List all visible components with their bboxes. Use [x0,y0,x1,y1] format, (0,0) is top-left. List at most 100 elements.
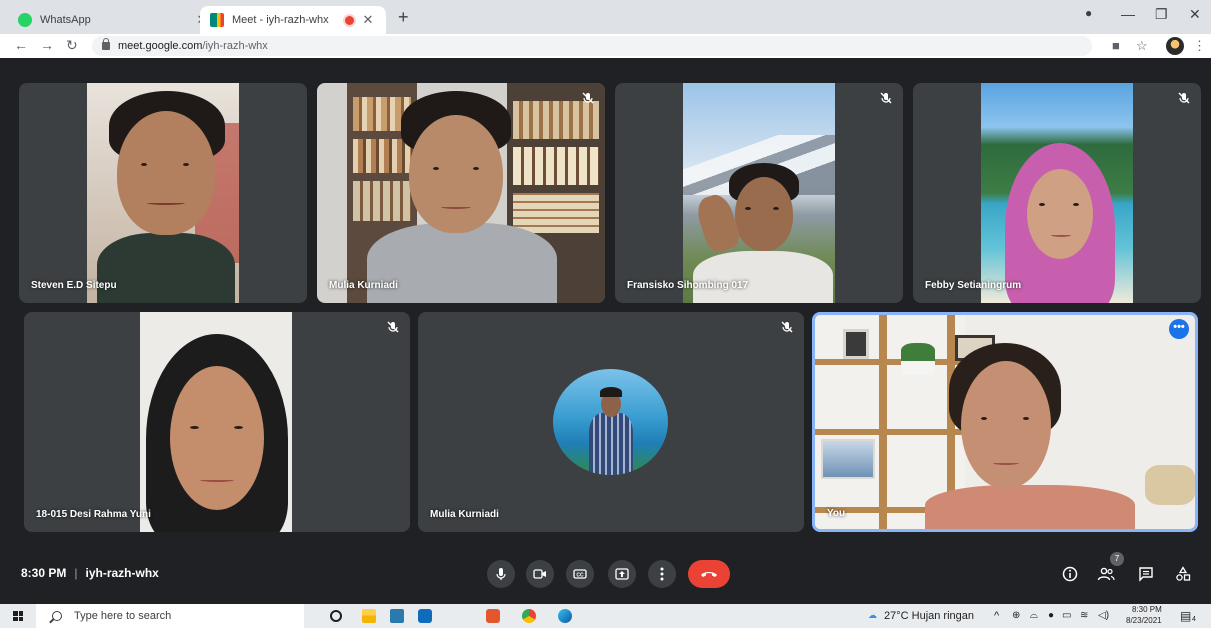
participant-avatar [553,369,668,475]
address-bar[interactable]: meet.google.com/iyh-razh-whx [92,36,1092,56]
browser-tab-strip: WhatsApp ✕ Meet - iyh-razh-whx ✕ + ● — ❐… [0,0,1211,34]
clock-time[interactable]: 8:30 PM [1132,605,1162,614]
tray-app-icon[interactable]: ⊕ [1012,610,1020,621]
info-icon [1062,566,1078,582]
windows-taskbar: Type here to search ☁ 27°C Hujan ringan … [0,604,1211,628]
battery-icon[interactable]: ▭ [1062,610,1071,621]
people-icon [1097,567,1115,581]
participant-tile[interactable]: Steven E.D Sitepu [19,83,307,303]
recording-indicator-icon [345,15,354,25]
captions-icon: CC [573,569,587,579]
new-tab-button[interactable]: + [398,7,409,28]
lock-icon [102,38,110,50]
meeting-code: iyh-razh-whx [85,566,159,580]
forward-arrow-icon[interactable]: → [40,37,54,53]
mic-muted-icon [781,321,793,333]
cloud-icon[interactable]: ⌓ [1030,610,1038,621]
more-options-icon[interactable]: ••• [1169,319,1189,339]
mail-icon[interactable] [418,609,432,623]
meeting-details: 8:30 PM | iyh-razh-whx [21,566,159,580]
profile-avatar[interactable] [1166,37,1184,55]
meeting-details-button[interactable] [1059,563,1081,585]
chrome-icon[interactable] [522,609,536,623]
maximize-button[interactable]: ❐ [1155,6,1168,23]
mic-muted-icon [880,92,892,104]
close-tab-icon[interactable]: ✕ [360,12,376,28]
participant-name: Febby Setianingrum [925,280,1022,291]
volume-icon[interactable]: ◁) [1098,610,1109,621]
browser-menu-icon[interactable]: ⋮ [1193,38,1206,54]
participant-name: 18-015 Desi Rahma Yuni [36,509,151,520]
participant-name: You [827,508,846,519]
present-button[interactable] [608,560,636,588]
participant-name: Fransisko Sihombing 017 [627,280,749,291]
present-icon [615,568,629,580]
windows-start-icon[interactable] [13,611,23,621]
participant-tile[interactable]: Mulia Kurniadi [317,83,605,303]
tab-meet[interactable]: Meet - iyh-razh-whx ✕ [200,6,386,34]
notification-center-icon[interactable]: ▤ [1180,609,1191,623]
end-call-icon [701,572,717,577]
camera-icon [533,569,546,579]
close-window-button[interactable]: ✕ [1189,6,1201,23]
participant-video [140,312,292,532]
participant-tile[interactable]: Febby Setianingrum [913,83,1201,303]
search-placeholder: Type here to search [74,610,172,622]
participant-tile[interactable]: 18-015 Desi Rahma Yuni [24,312,410,532]
self-view-tile[interactable]: ••• You [812,312,1198,532]
bookmark-star-icon[interactable]: ☆ [1136,38,1148,54]
show-hidden-icons-icon[interactable]: ^ [994,610,999,622]
participant-name: Steven E.D Sitepu [31,280,117,291]
more-options-icon [660,567,664,581]
tab-whatsapp[interactable]: WhatsApp ✕ [8,6,220,34]
camera-in-use-icon[interactable]: ■ [1112,38,1120,53]
meeting-time: 8:30 PM [21,566,67,580]
tray-microphone-icon[interactable]: ● [1048,610,1054,621]
participant-tile[interactable]: Mulia Kurniadi [418,312,804,532]
camera-button[interactable] [526,560,554,588]
end-call-button[interactable] [688,560,730,588]
url-host: meet.google.com [118,40,203,52]
learning-app-icon[interactable] [390,609,404,623]
separator: | [74,566,78,580]
minimize-button[interactable]: — [1121,6,1135,22]
participant-video [87,83,239,303]
participant-name: Mulia Kurniadi [430,509,499,520]
activities-icon [1176,566,1191,581]
back-arrow-icon[interactable]: ← [14,37,28,53]
tab-search-icon[interactable]: ● [1085,6,1092,20]
taskbar-search-box[interactable]: Type here to search [36,604,304,628]
file-explorer-icon[interactable] [362,609,376,623]
clock-date[interactable]: 8/23/2021 [1126,616,1162,625]
chat-icon [1139,567,1153,582]
mic-muted-icon [582,92,594,104]
participant-video [317,83,605,303]
whatsapp-icon [18,13,32,27]
svg-text:CC: CC [576,572,584,578]
participant-video [683,83,835,303]
weather-text[interactable]: 27°C Hujan ringan [884,610,974,622]
tab-title: Meet - iyh-razh-whx [232,14,329,26]
edge-icon[interactable] [558,609,572,623]
microphone-button[interactable] [487,560,515,588]
url-path: /iyh-razh-whx [202,40,268,52]
meet-icon [210,13,224,27]
participant-name: Mulia Kurniadi [329,280,398,291]
participant-tile[interactable]: Fransisko Sihombing 017 [615,83,903,303]
self-video [815,315,1195,529]
weather-icon: ☁ [868,610,877,620]
cortana-icon[interactable] [330,610,342,622]
mic-muted-icon [1178,92,1190,104]
activities-button[interactable] [1172,563,1194,585]
network-icon[interactable]: ≋ [1080,610,1088,621]
chat-button[interactable] [1135,563,1157,585]
people-button[interactable] [1095,563,1117,585]
tab-title: WhatsApp [40,14,91,26]
reload-icon[interactable]: ↻ [66,37,78,54]
participant-video [981,83,1133,303]
office-icon[interactable] [486,609,500,623]
mic-muted-icon [387,321,399,333]
browser-toolbar: ← → ↻ meet.google.com/iyh-razh-whx ■ ☆ ⋮ [0,34,1211,58]
captions-button[interactable]: CC [566,560,594,588]
more-options-button[interactable] [648,560,676,588]
